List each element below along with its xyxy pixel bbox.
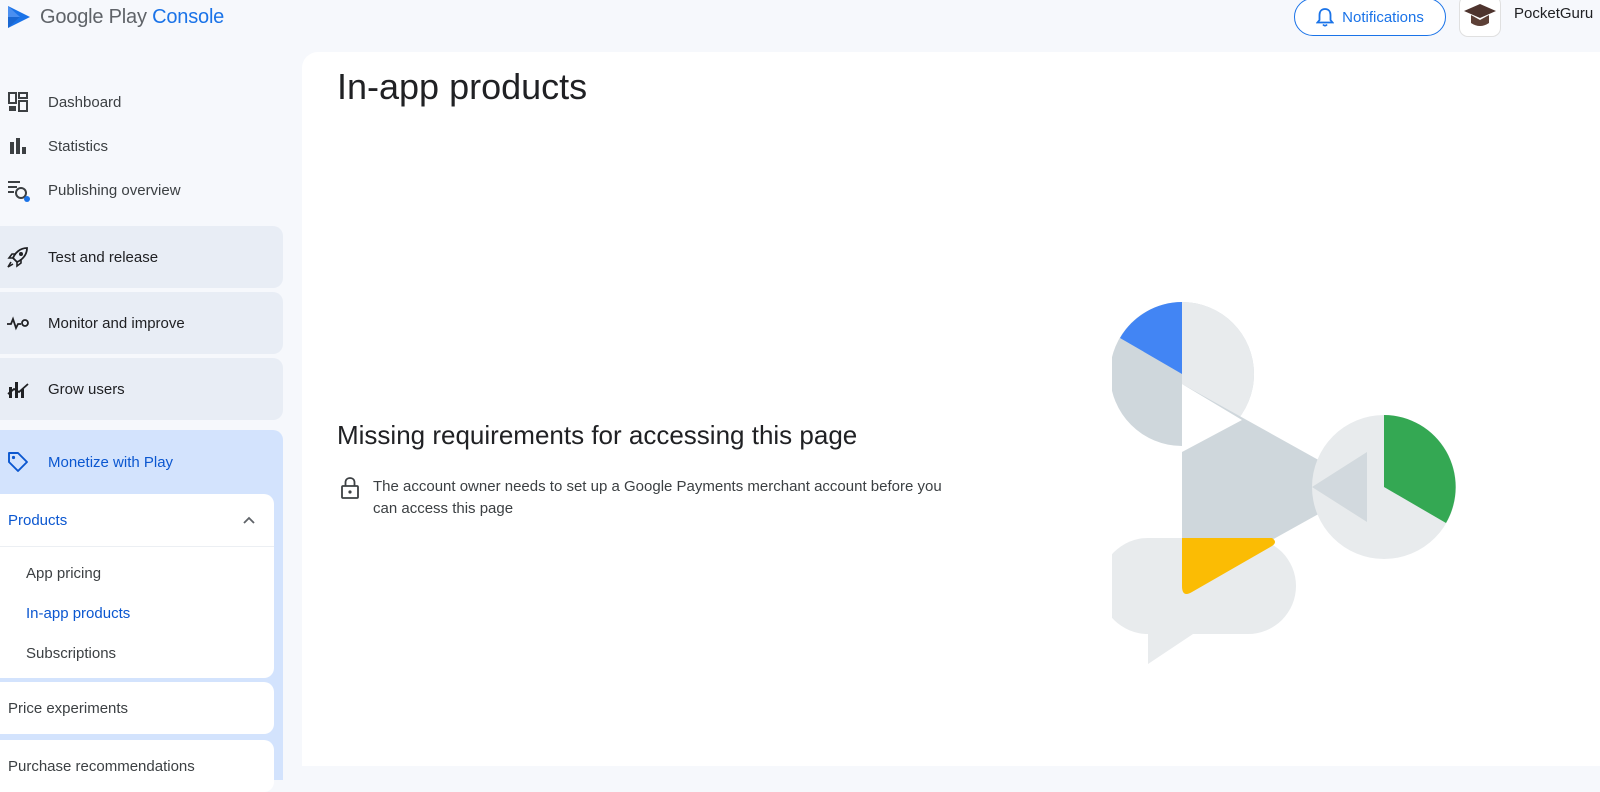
monetize-header[interactable]: Monetize with Play bbox=[0, 430, 173, 494]
requirement-title: Missing requirements for accessing this … bbox=[337, 420, 858, 450]
products-group: Products App pricing In-app products Sub… bbox=[0, 494, 274, 678]
section-monitor-and-improve[interactable]: Monitor and improve bbox=[0, 292, 283, 354]
lock-icon bbox=[341, 477, 359, 499]
section-label: Test and release bbox=[48, 248, 159, 266]
account-switcher[interactable]: PocketGuru bbox=[1460, 0, 1593, 36]
section-label: Monetize with Play bbox=[48, 453, 174, 471]
requirement-message: The account owner needs to set up a Goog… bbox=[339, 476, 959, 520]
sidebar-item-app-pricing[interactable]: App pricing bbox=[0, 553, 274, 593]
tag-icon bbox=[6, 450, 30, 474]
empty-state-illustration bbox=[1112, 302, 1456, 664]
sidebar-item-statistics[interactable]: Statistics bbox=[0, 124, 290, 168]
sidebar-item-dashboard[interactable]: Dashboard bbox=[0, 80, 290, 124]
notifications-button[interactable]: Notifications bbox=[1294, 0, 1446, 36]
account-name: PocketGuru bbox=[1514, 4, 1594, 22]
vitals-icon bbox=[6, 311, 30, 335]
dashboard-icon bbox=[6, 90, 30, 114]
requirement-text: The account owner needs to set up a Goog… bbox=[373, 478, 942, 517]
notifications-label: Notifications bbox=[1342, 8, 1424, 26]
main-content: In-app products Missing requirements for… bbox=[302, 52, 1600, 766]
page-title: In-app products bbox=[337, 66, 588, 107]
logo-product: Console bbox=[152, 5, 225, 28]
bar-chart-icon bbox=[6, 134, 30, 158]
top-bar: Google Play Console Notifications Pocket… bbox=[0, 0, 1600, 40]
rocket-icon bbox=[6, 245, 30, 269]
chevron-up-icon bbox=[243, 516, 255, 524]
sidebar-item-in-app-products[interactable]: In-app products bbox=[0, 593, 274, 633]
section-monetize-with-play: Monetize with Play Products App pricing … bbox=[0, 430, 283, 792]
sidebar-item-label: Statistics bbox=[48, 137, 109, 155]
grow-chart-icon bbox=[6, 377, 30, 401]
publishing-icon bbox=[6, 178, 30, 202]
avatar bbox=[1460, 0, 1500, 36]
sidebar-item-label: Dashboard bbox=[48, 93, 122, 111]
section-grow-users[interactable]: Grow users bbox=[0, 358, 283, 420]
sidebar-item-label: Publishing overview bbox=[48, 181, 181, 199]
products-toggle[interactable]: Products bbox=[0, 494, 274, 547]
bell-icon bbox=[1316, 8, 1335, 27]
sidebar-item-publishing-overview[interactable]: Publishing overview bbox=[0, 168, 290, 212]
section-test-and-release[interactable]: Test and release bbox=[0, 226, 283, 288]
logo-text: Google Play Console bbox=[40, 6, 224, 29]
play-logo-icon bbox=[8, 6, 30, 28]
sidebar-item-price-experiments[interactable]: Price experiments bbox=[0, 682, 274, 734]
section-label: Monitor and improve bbox=[48, 314, 185, 332]
section-label: Grow users bbox=[48, 380, 125, 398]
graduation-cap-icon bbox=[1464, 4, 1496, 26]
products-label: Products bbox=[8, 511, 68, 529]
sidebar-item-purchase-recommendations[interactable]: Purchase recommendations bbox=[0, 740, 274, 792]
logo-brand: Google Play bbox=[40, 5, 147, 28]
play-console-logo[interactable]: Google Play Console bbox=[6, 4, 224, 30]
sidebar-item-subscriptions[interactable]: Subscriptions bbox=[0, 633, 274, 673]
